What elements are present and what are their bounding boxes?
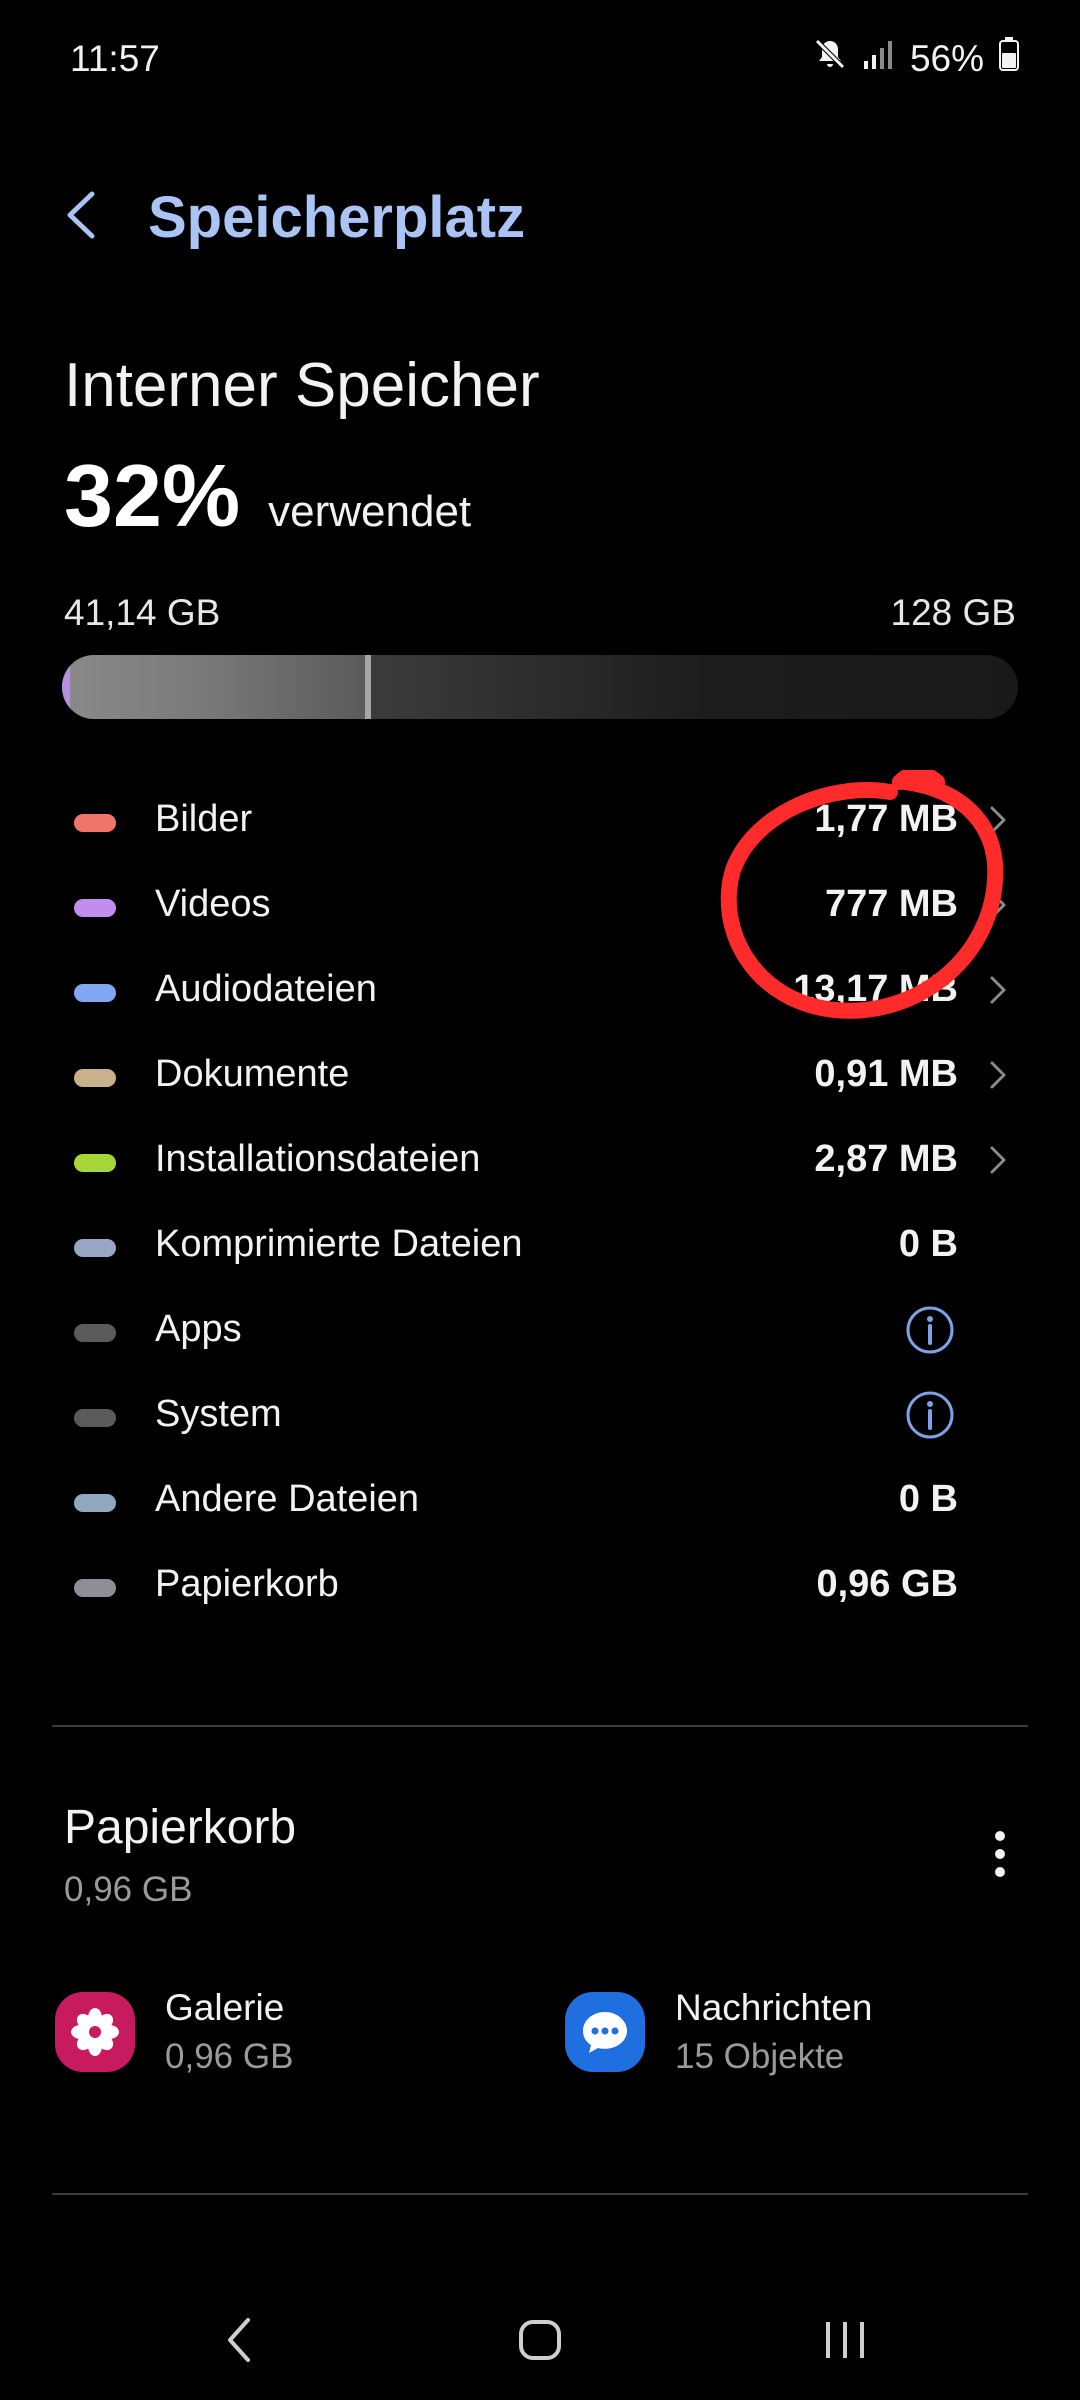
- status-icons: 56%: [812, 36, 1020, 81]
- storage-bar-videos-segment: [62, 655, 70, 719]
- category-size: 1,77 MB: [814, 798, 958, 840]
- battery-percent: 56%: [909, 37, 984, 79]
- storage-usage-bar: [62, 655, 1018, 719]
- chevron-right-icon: [986, 887, 1010, 923]
- category-label: Papierkorb: [155, 1563, 339, 1605]
- category-color-dot: [74, 1324, 116, 1342]
- trash-section-size: 0,96 GB: [64, 1870, 193, 1909]
- nav-home-icon: [519, 2320, 561, 2360]
- category-label: Videos: [155, 883, 271, 925]
- more-options-button[interactable]: [990, 1826, 1010, 1882]
- section-divider: [52, 1725, 1028, 1727]
- category-row-system[interactable]: System: [0, 1373, 1080, 1458]
- category-row-installationsdateien[interactable]: Installationsdateien 2,87 MB: [0, 1118, 1080, 1203]
- usage-summary: 32% verwendet: [64, 445, 471, 547]
- category-color-dot: [74, 1239, 116, 1257]
- more-vertical-icon: [995, 1831, 1005, 1877]
- status-bar: 11:57 56%: [0, 0, 1080, 120]
- category-size: 13,17 MB: [793, 968, 958, 1010]
- nav-back-button[interactable]: [220, 2310, 260, 2375]
- category-color-dot: [74, 1154, 116, 1172]
- system-nav-bar: [0, 2280, 1080, 2400]
- category-row-audiodateien[interactable]: Audiodateien 13,17 MB: [0, 948, 1080, 1033]
- app-header: Speicherplatz: [0, 160, 1080, 270]
- app-size: 0,96 GB: [165, 2037, 294, 2076]
- app-item-count: 15 Objekte: [675, 2037, 845, 2076]
- trash-app-messages[interactable]: Nachrichten 15 Objekte: [565, 1982, 872, 2082]
- category-color-dot: [74, 899, 116, 917]
- gallery-icon: [55, 1992, 135, 2072]
- messages-icon: [565, 1992, 645, 2072]
- app-name: Galerie: [165, 1987, 285, 2028]
- category-label: Andere Dateien: [155, 1478, 420, 1520]
- storage-category-list: Bilder 1,77 MB Videos 777 MB Audiodateien 13,…: [0, 778, 1080, 1628]
- battery-icon: [998, 36, 1020, 81]
- chevron-right-icon: [986, 972, 1010, 1008]
- category-label: Apps: [155, 1308, 242, 1350]
- chevron-right-icon: [986, 1142, 1010, 1178]
- category-size: 0 B: [898, 1223, 958, 1265]
- category-color-dot: [74, 814, 116, 832]
- category-size: 777 MB: [824, 883, 958, 925]
- category-color-dot: [74, 1579, 116, 1597]
- page-title: Speicherplatz: [148, 185, 526, 250]
- back-button[interactable]: [56, 180, 116, 250]
- usage-percent: 32%: [64, 446, 241, 545]
- category-label: Dokumente: [155, 1053, 350, 1095]
- category-label: Installationsdateien: [155, 1138, 481, 1180]
- info-icon[interactable]: [904, 1389, 956, 1441]
- category-label: Bilder: [155, 798, 253, 840]
- signal-icon: [862, 37, 896, 80]
- category-row-dokumente[interactable]: Dokumente 0,91 MB: [0, 1033, 1080, 1118]
- storage-bar-fill: [62, 655, 368, 719]
- category-row-papierkorb: Papierkorb 0,96 GB: [0, 1543, 1080, 1628]
- category-row-komprimierte-dateien: Komprimierte Dateien 0 B: [0, 1203, 1080, 1288]
- total-capacity: 128 GB: [890, 592, 1016, 633]
- section-divider: [52, 2193, 1028, 2195]
- storage-settings-screen: 11:57 56% Speicherplatz Interner Speiche…: [0, 0, 1080, 2400]
- nav-back-icon: [228, 2318, 250, 2362]
- category-size: 0,91 MB: [814, 1053, 958, 1095]
- category-color-dot: [74, 1494, 116, 1512]
- category-row-videos[interactable]: Videos 777 MB: [0, 863, 1080, 948]
- used-capacity: 41,14 GB: [64, 592, 221, 633]
- category-row-andere-dateien: Andere Dateien 0 B: [0, 1458, 1080, 1543]
- category-color-dot: [74, 1409, 116, 1427]
- mute-icon: [812, 36, 848, 81]
- trash-app-gallery[interactable]: Galerie 0,96 GB: [55, 1982, 293, 2082]
- chevron-right-icon: [986, 802, 1010, 838]
- app-name: Nachrichten: [675, 1987, 873, 2028]
- category-color-dot: [74, 1069, 116, 1087]
- chevron-left-icon: [67, 191, 95, 239]
- category-label: System: [155, 1393, 282, 1435]
- usage-label: verwendet: [268, 487, 472, 536]
- nav-recents-button[interactable]: [820, 2310, 870, 2375]
- status-time: 11:57: [70, 38, 160, 79]
- trash-section-title: Papierkorb: [64, 1801, 297, 1854]
- category-row-apps[interactable]: Apps: [0, 1288, 1080, 1373]
- storage-bar-fade: [371, 655, 706, 719]
- nav-recents-icon: [826, 2322, 864, 2358]
- category-size: 0 B: [898, 1478, 958, 1520]
- category-color-dot: [74, 984, 116, 1002]
- category-label: Komprimierte Dateien: [155, 1223, 523, 1265]
- category-size: 2,87 MB: [814, 1138, 958, 1180]
- category-label: Audiodateien: [155, 968, 377, 1010]
- chevron-right-icon: [986, 1057, 1010, 1093]
- nav-home-button[interactable]: [515, 2310, 565, 2375]
- category-row-bilder[interactable]: Bilder 1,77 MB: [0, 778, 1080, 863]
- storage-heading: Interner Speicher: [64, 351, 540, 420]
- category-size: 0,96 GB: [816, 1563, 958, 1605]
- info-icon[interactable]: [904, 1304, 956, 1356]
